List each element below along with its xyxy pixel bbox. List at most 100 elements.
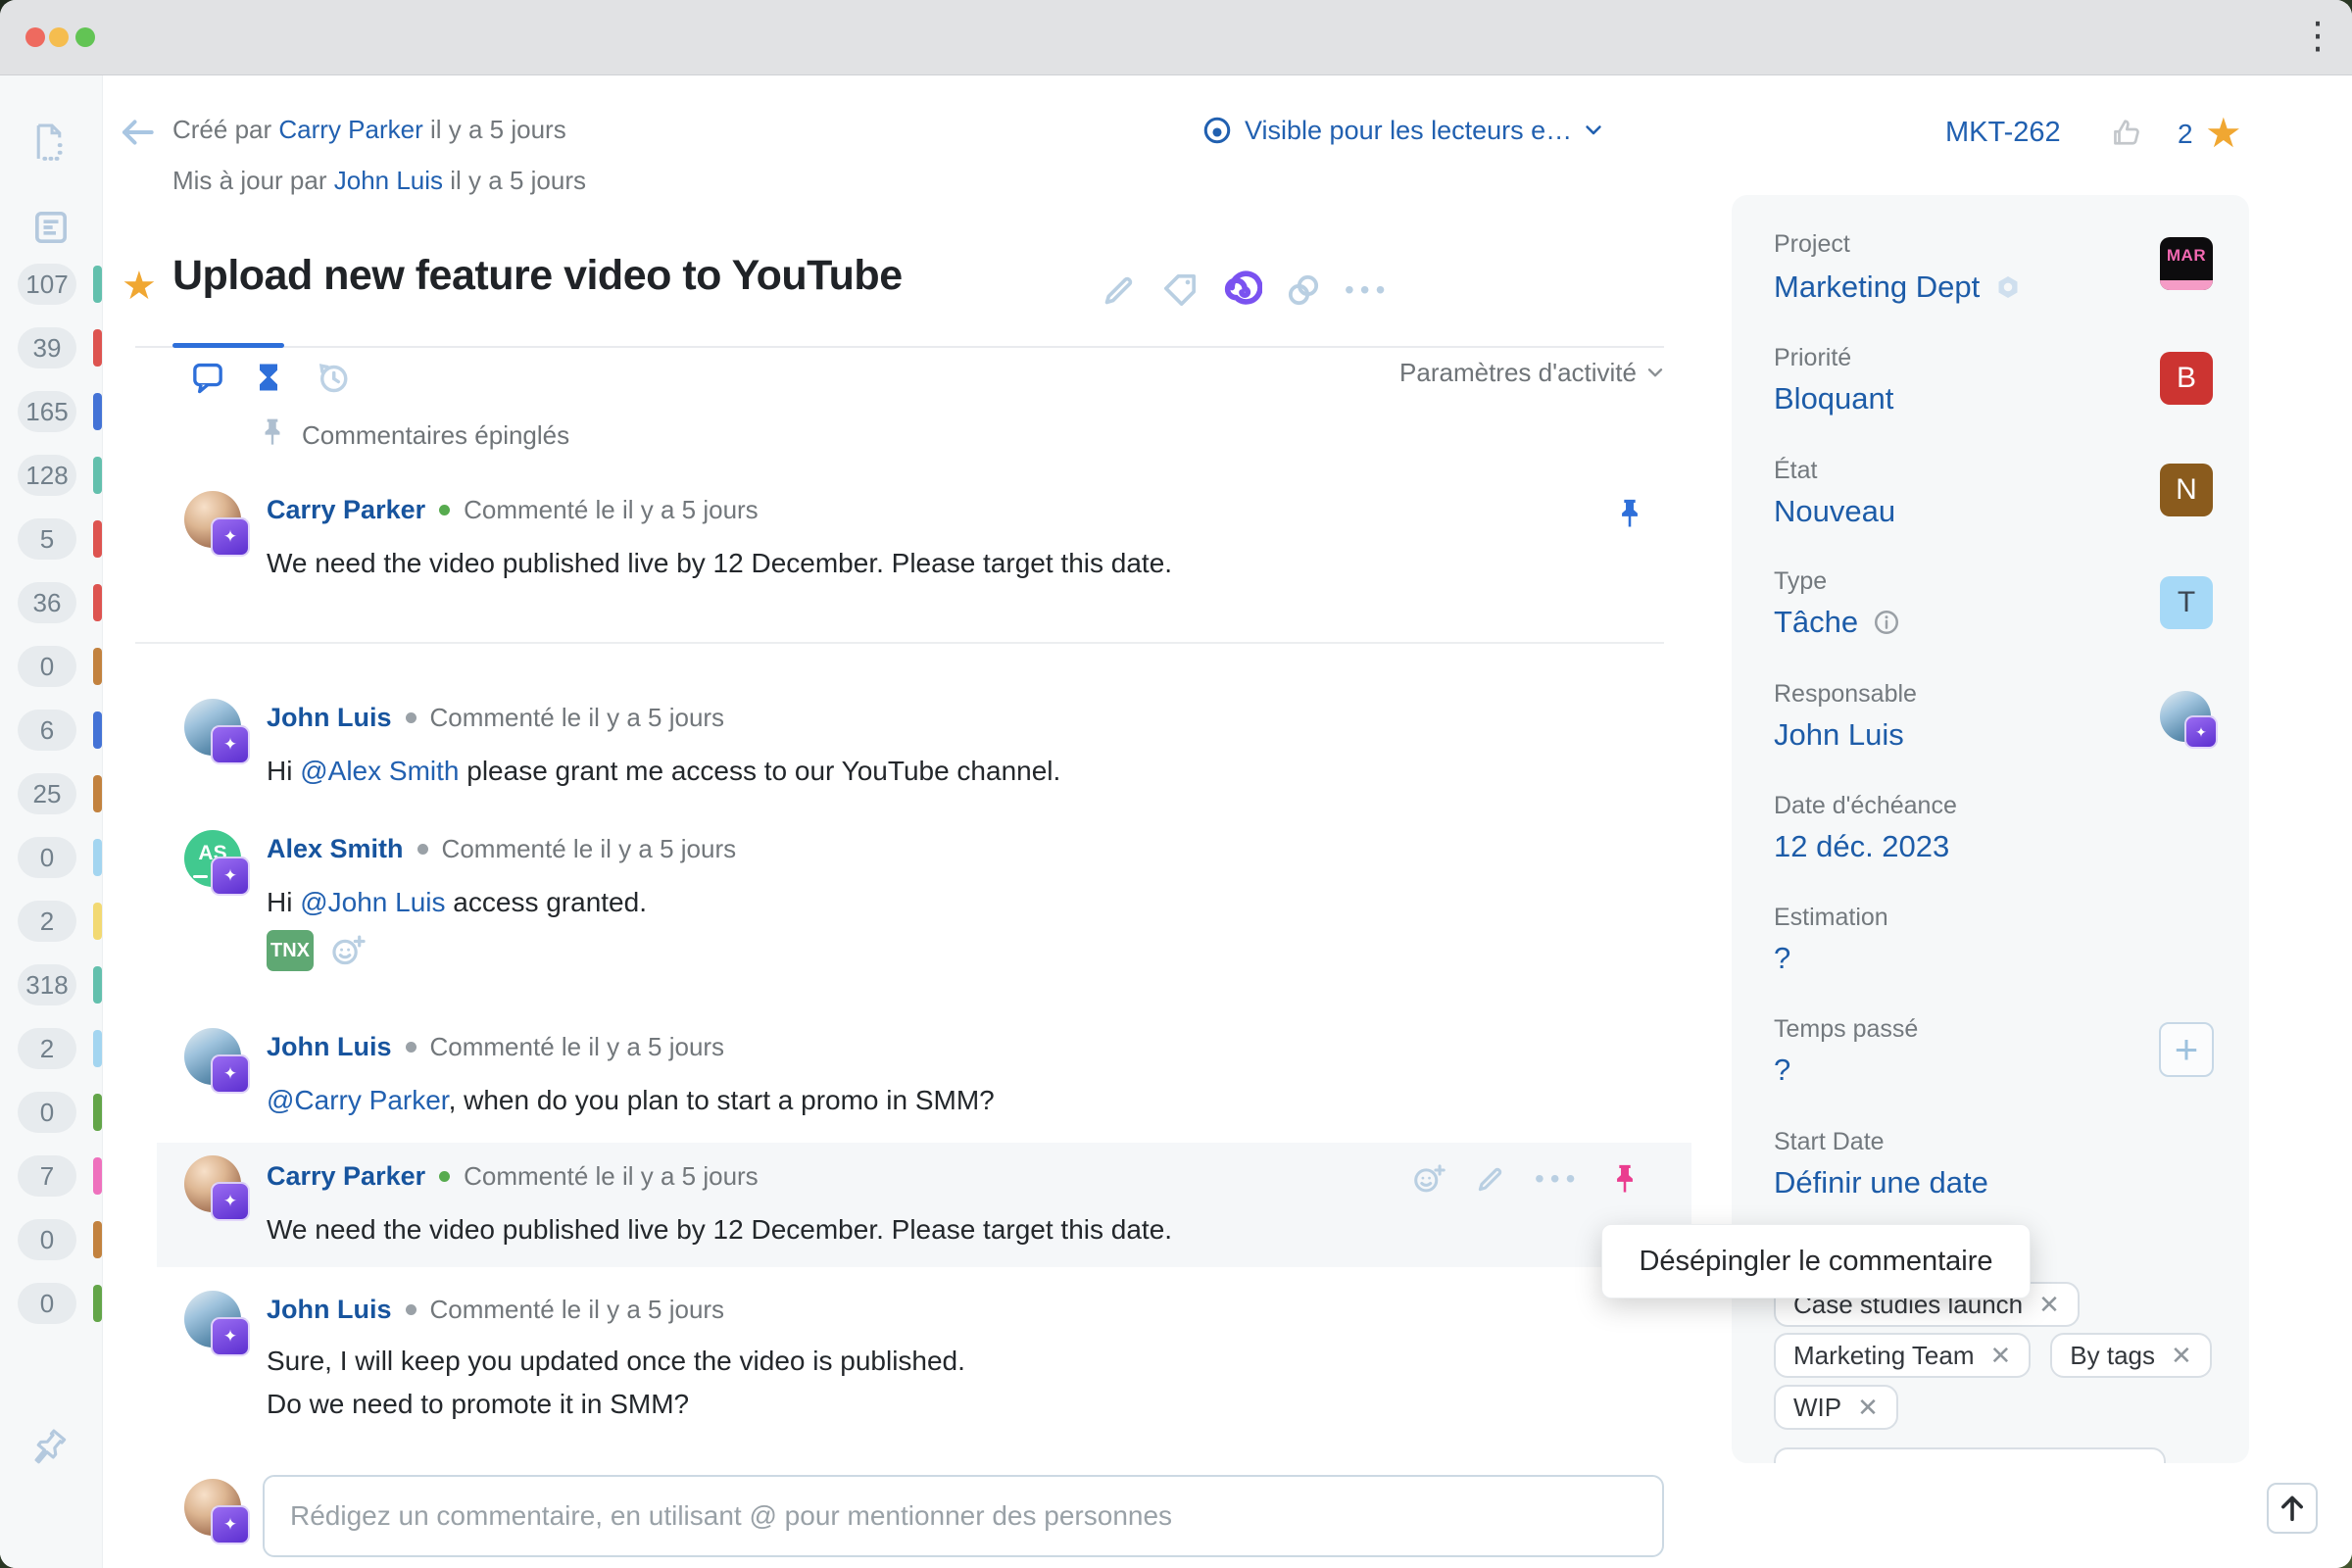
assignee-avatar[interactable]: ✦ xyxy=(2160,691,2218,749)
star-icon[interactable]: ★ xyxy=(2205,109,2242,157)
rail-counter[interactable]: 6 xyxy=(0,710,102,751)
avatar[interactable]: ✦ xyxy=(184,1291,250,1356)
favorite-star-icon[interactable]: ★ xyxy=(122,264,157,309)
zoom-button[interactable] xyxy=(75,27,95,47)
comment-author-link[interactable]: John Luis xyxy=(267,703,392,733)
field-value-project[interactable]: Marketing Dept xyxy=(1774,270,2023,305)
priority-value-link[interactable]: Bloquant xyxy=(1774,381,1893,416)
title-actions: ••• xyxy=(1100,270,1391,311)
edit-pencil-icon[interactable] xyxy=(1100,270,1139,310)
comment-author-link[interactable]: Carry Parker xyxy=(267,495,425,525)
user-mention-link[interactable]: @John Luis xyxy=(300,887,445,917)
avatar[interactable]: AS ✦ xyxy=(184,830,250,896)
rail-counter[interactable]: 2 xyxy=(0,901,102,942)
updated-time: il y a 5 jours xyxy=(450,166,587,195)
project-avatar-badge[interactable]: MAR xyxy=(2160,237,2213,290)
comment-author-link[interactable]: John Luis xyxy=(267,1032,392,1062)
tag-chip[interactable]: WIP ✕ xyxy=(1774,1385,1898,1430)
project-link[interactable]: Marketing Dept xyxy=(1774,270,1980,305)
rail-color-strip xyxy=(93,266,102,303)
tab-comments-icon[interactable] xyxy=(190,360,225,395)
comment-time: Commenté le il y a 5 jours xyxy=(429,1295,725,1324)
avatar[interactable]: ✦ xyxy=(184,1155,250,1221)
edit-pencil-icon[interactable] xyxy=(1474,1162,1507,1196)
rail-counter-value: 318 xyxy=(18,964,76,1005)
updated-user-link[interactable]: John Luis xyxy=(334,166,443,195)
rail-counter[interactable]: 5 xyxy=(0,518,102,560)
comment-author-link[interactable]: Alex Smith xyxy=(267,834,404,864)
tag-chip[interactable]: By tags ✕ xyxy=(2050,1333,2212,1378)
tag-chip[interactable] xyxy=(1774,1447,2166,1463)
tag-chip[interactable]: Marketing Team ✕ xyxy=(1774,1333,2032,1378)
add-spent-time-button[interactable]: + xyxy=(2159,1022,2214,1077)
tag-remove-icon[interactable]: ✕ xyxy=(2171,1341,2192,1371)
avatar[interactable]: ✦ xyxy=(184,1028,250,1094)
rail-counter[interactable]: 0 xyxy=(0,1283,102,1324)
type-badge[interactable]: T xyxy=(2160,576,2213,629)
estimation-value-link[interactable]: ? xyxy=(1774,941,1790,976)
tag-remove-icon[interactable]: ✕ xyxy=(1990,1341,2012,1371)
rail-counter[interactable]: 0 xyxy=(0,1219,102,1260)
back-arrow-icon[interactable] xyxy=(118,115,157,150)
thumbs-up-icon[interactable] xyxy=(2109,115,2144,150)
rail-counter[interactable]: 36 xyxy=(0,582,102,623)
created-time: il y a 5 jours xyxy=(429,115,566,144)
more-actions-icon[interactable]: ••• xyxy=(1345,274,1391,306)
assignee-value-link[interactable]: John Luis xyxy=(1774,717,1904,753)
pin-outline-icon[interactable] xyxy=(19,1419,76,1477)
tag-remove-icon[interactable]: ✕ xyxy=(2038,1290,2060,1320)
rail-counter[interactable]: 25 xyxy=(0,773,102,814)
activity-settings-dropdown[interactable]: Paramètres d'activité xyxy=(1399,358,1664,388)
type-value-link[interactable]: Tâche xyxy=(1774,605,1858,640)
rail-counter[interactable]: 0 xyxy=(0,1092,102,1133)
unpin-icon-active[interactable] xyxy=(1608,1162,1642,1196)
user-mention-link[interactable]: @Carry Parker xyxy=(267,1085,449,1115)
comment-author-link[interactable]: John Luis xyxy=(267,1295,392,1325)
start-date-value-link[interactable]: Définir une date xyxy=(1774,1165,1988,1200)
due-date-value-link[interactable]: 12 déc. 2023 xyxy=(1774,829,1949,864)
rail-counter[interactable]: 2 xyxy=(0,1028,102,1069)
unpin-icon[interactable] xyxy=(1613,497,1646,530)
rail-counter[interactable]: 7 xyxy=(0,1155,102,1197)
rail-counter[interactable]: 0 xyxy=(0,837,102,878)
tag-icon[interactable] xyxy=(1160,270,1200,310)
minimize-button[interactable] xyxy=(49,27,69,47)
project-settings-hexagon-icon[interactable] xyxy=(1993,272,2023,302)
rail-counter[interactable]: 107 xyxy=(0,264,102,305)
user-mention-link[interactable]: @Alex Smith xyxy=(300,756,459,786)
info-icon[interactable] xyxy=(1872,608,1901,637)
add-reaction-icon[interactable] xyxy=(1411,1161,1446,1197)
state-badge[interactable]: N xyxy=(2160,464,2213,516)
visibility-dropdown[interactable]: Visible pour les lecteurs e… xyxy=(1201,115,1603,146)
close-button[interactable] xyxy=(25,27,45,47)
rail-counter[interactable]: 0 xyxy=(0,646,102,687)
rail-color-strip xyxy=(93,1030,102,1067)
comment-author-link[interactable]: Carry Parker xyxy=(267,1161,425,1192)
rail-counter[interactable]: 128 xyxy=(0,455,102,496)
tab-history-icon[interactable] xyxy=(251,360,286,395)
tag-row: Marketing Team ✕ By tags ✕ xyxy=(1774,1333,2212,1378)
avatar[interactable]: ✦ xyxy=(184,699,250,764)
reaction-badge[interactable]: TNX xyxy=(267,930,314,971)
kebab-menu-icon[interactable]: ⋮ xyxy=(2299,14,2336,59)
rail-counter[interactable]: 165 xyxy=(0,391,102,432)
state-value-link[interactable]: Nouveau xyxy=(1774,494,1895,529)
ai-spiral-icon[interactable] xyxy=(1221,270,1262,311)
tag-remove-icon[interactable]: ✕ xyxy=(1857,1393,1879,1423)
rail-counter-value: 0 xyxy=(18,1219,76,1260)
issue-id[interactable]: MKT-262 xyxy=(1945,117,2061,149)
spent-time-value-link[interactable]: ? xyxy=(1774,1053,1790,1088)
article-icon[interactable] xyxy=(31,208,71,247)
scroll-to-top-button[interactable] xyxy=(2267,1483,2318,1534)
rail-counter[interactable]: 39 xyxy=(0,327,102,368)
tab-time-icon[interactable] xyxy=(316,360,351,395)
more-actions-icon[interactable]: ••• xyxy=(1535,1163,1581,1195)
priority-badge[interactable]: B xyxy=(2160,352,2213,405)
created-user-link[interactable]: Carry Parker xyxy=(278,115,422,144)
rail-counter[interactable]: 318 xyxy=(0,964,102,1005)
link-icon[interactable] xyxy=(1284,270,1323,310)
avatar[interactable]: ✦ xyxy=(184,491,250,557)
add-reaction-icon[interactable] xyxy=(329,932,367,969)
draft-page-icon[interactable] xyxy=(30,122,68,162)
comment-input[interactable] xyxy=(263,1475,1664,1557)
